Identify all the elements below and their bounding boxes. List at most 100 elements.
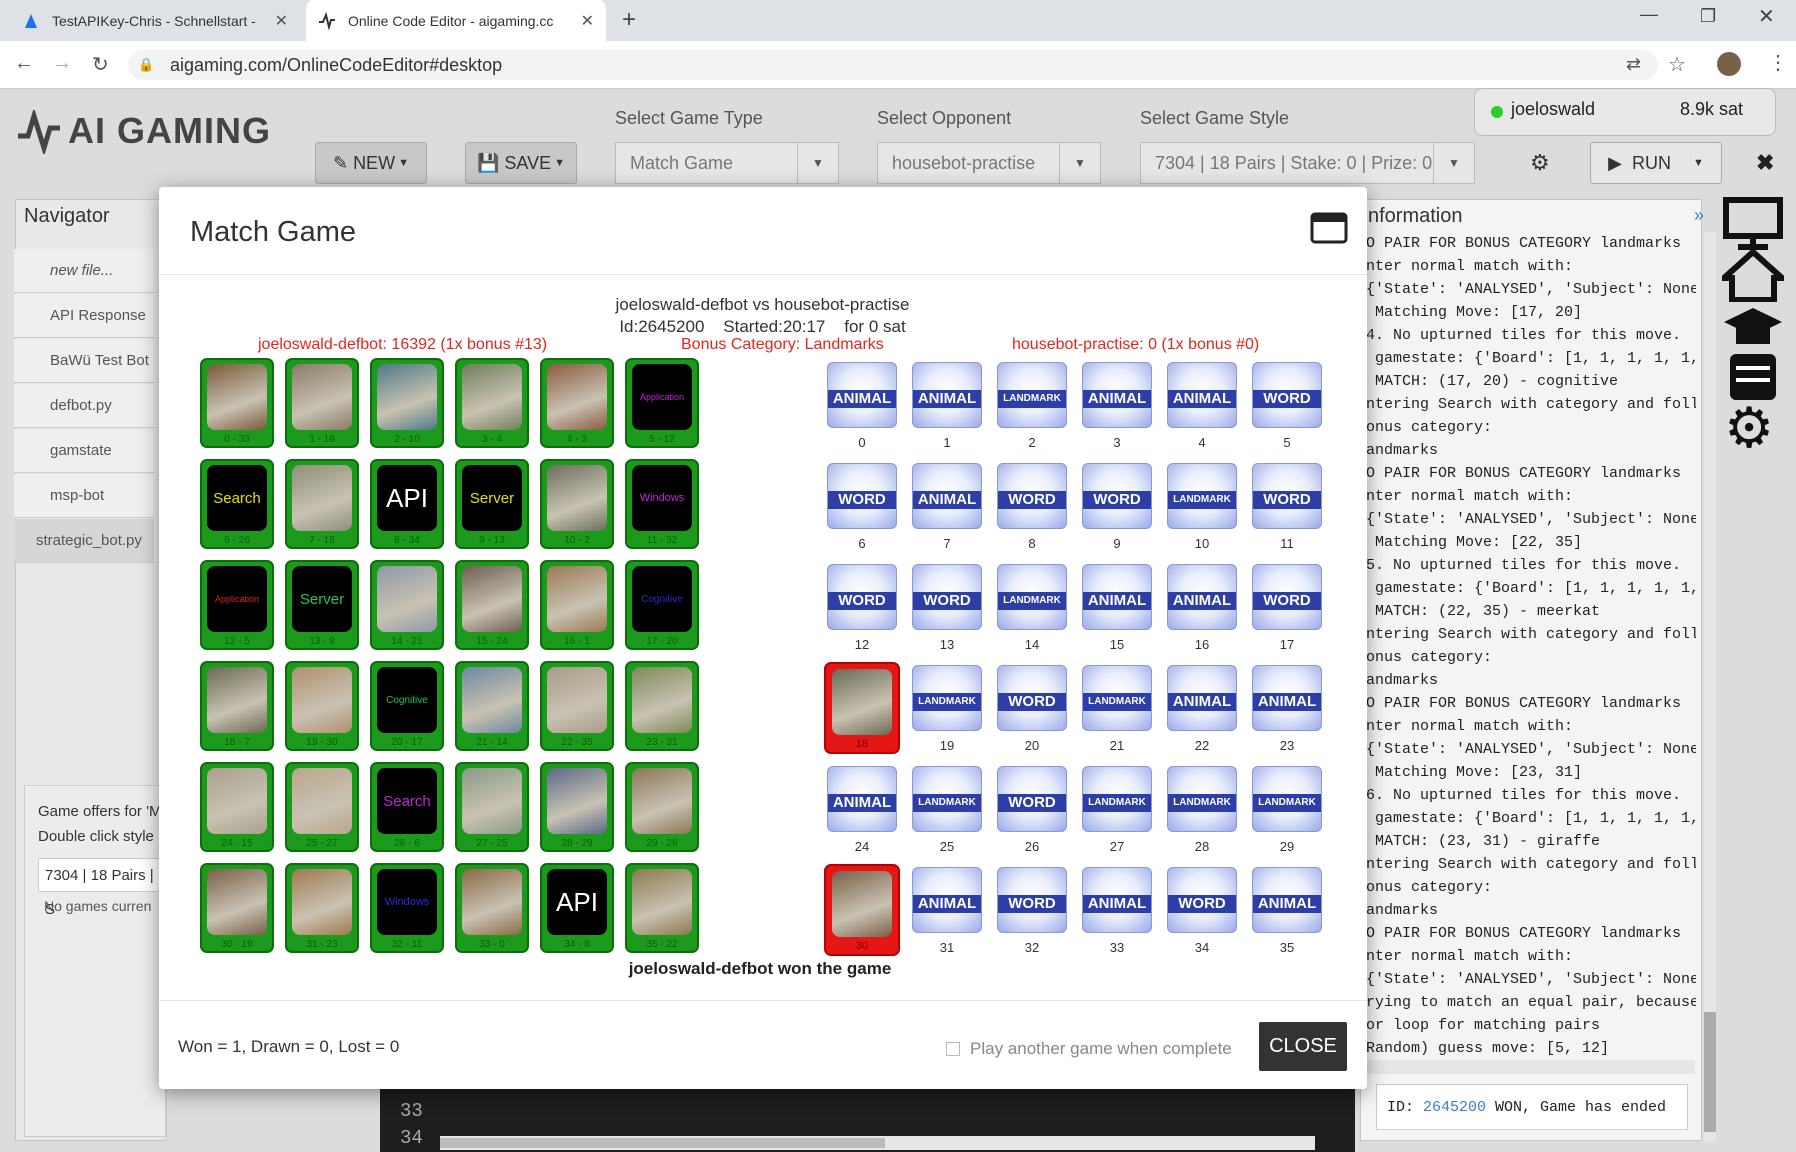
right-tile-animal[interactable]: ANIMAL	[1082, 564, 1152, 630]
game-style-select[interactable]: 7304 | 18 Pairs | Stake: 0 | Prize: 0 ▼	[1140, 142, 1475, 184]
right-tile-animal[interactable]: ANIMAL	[1252, 665, 1322, 731]
left-tile[interactable]: 33 - 0	[455, 863, 529, 953]
right-tile-word[interactable]: WORD	[1252, 463, 1322, 529]
new-tab-button[interactable]: +	[622, 6, 636, 34]
left-tile[interactable]: 3 - 4	[455, 358, 529, 448]
left-tile[interactable]: 29 - 28	[625, 762, 699, 852]
left-tile[interactable]: API 8 - 34	[370, 459, 444, 549]
right-tile-landmark[interactable]: LANDMARK	[1252, 766, 1322, 832]
game-offer-row[interactable]: 7304 | 18 Pairs | S	[38, 858, 168, 918]
left-tile[interactable]: 28 - 29	[540, 762, 614, 852]
left-tile[interactable]: 15 - 24	[455, 560, 529, 650]
left-tile[interactable]: 22 - 35	[540, 661, 614, 751]
restore-icon[interactable]: ❐	[1700, 6, 1716, 27]
left-tile[interactable]: Server 13 - 9	[285, 560, 359, 650]
right-tile-landmark[interactable]: LANDMARK	[912, 766, 982, 832]
left-tile[interactable]: 10 - 2	[540, 459, 614, 549]
opponent-select[interactable]: housebot-practise ▼	[877, 142, 1101, 184]
right-tile-landmark[interactable]: LANDMARK	[1082, 766, 1152, 832]
right-tile-word[interactable]: WORD	[1252, 564, 1322, 630]
graduation-cap-icon[interactable]	[1722, 304, 1784, 355]
right-tile-landmark[interactable]: LANDMARK	[1167, 463, 1237, 529]
left-tile[interactable]: 4 - 3	[540, 358, 614, 448]
back-icon[interactable]: ←	[14, 52, 34, 75]
left-tile[interactable]: Application 12 - 5	[200, 560, 274, 650]
bookmark-star-icon[interactable]: ☆	[1668, 52, 1686, 77]
left-tile[interactable]: Search 6 - 26	[200, 459, 274, 549]
nav-item-defbot[interactable]: defbot.py	[14, 384, 154, 428]
left-tile[interactable]: Windows 11 - 32	[625, 459, 699, 549]
left-tile[interactable]: Search 26 - 6	[370, 762, 444, 852]
right-tile-animal[interactable]: ANIMAL	[1082, 867, 1152, 933]
left-tile[interactable]: 30 - 19	[200, 863, 274, 953]
right-tile-word[interactable]: WORD	[1082, 463, 1152, 529]
profile-avatar[interactable]	[1717, 52, 1741, 76]
right-tile-word[interactable]: WORD	[827, 564, 897, 630]
right-tile-word[interactable]: WORD	[997, 463, 1067, 529]
left-tile[interactable]: 1 - 16	[285, 358, 359, 448]
browser-menu-icon[interactable]: ⋮	[1768, 50, 1788, 75]
left-tile[interactable]: Application 5 - 12	[625, 358, 699, 448]
right-tile-word[interactable]: WORD	[827, 463, 897, 529]
new-button[interactable]: ✎ NEW ▼	[315, 142, 427, 184]
right-tile-animal[interactable]: ANIMAL	[912, 463, 982, 529]
close-window-icon[interactable]: ✕	[1758, 4, 1775, 29]
right-tile-revealed[interactable]: 30	[824, 864, 900, 956]
browser-tab-schnellstart[interactable]: TestAPIKey-Chris - Schnellstart - ✕	[10, 0, 300, 41]
minimize-icon[interactable]: —	[1640, 4, 1658, 25]
left-tile[interactable]: 14 - 21	[370, 560, 444, 650]
right-tile-animal[interactable]: ANIMAL	[827, 362, 897, 428]
nav-item-msp-bot[interactable]: msp-bot	[14, 474, 154, 518]
left-tile[interactable]: Windows 32 - 11	[370, 863, 444, 953]
user-status-box[interactable]: joeloswald 8.9k sat	[1474, 88, 1776, 136]
nav-item-api-response[interactable]: API Response	[14, 294, 154, 338]
forward-icon[interactable]: →	[52, 52, 72, 75]
left-tile[interactable]: 35 - 22	[625, 863, 699, 953]
left-tile[interactable]: API 34 - 8	[540, 863, 614, 953]
right-tile-landmark[interactable]: LANDMARK	[1167, 766, 1237, 832]
save-button[interactable]: 💾 SAVE ▼	[465, 142, 577, 184]
close-tab-icon[interactable]: ✕	[275, 11, 288, 31]
left-tile[interactable]: Cognitive 20 - 17	[370, 661, 444, 751]
maximize-dialog-icon[interactable]	[1310, 212, 1348, 249]
left-tile[interactable]: 27 - 25	[455, 762, 529, 852]
right-tile-animal[interactable]: ANIMAL	[912, 362, 982, 428]
right-tile-animal[interactable]: ANIMAL	[912, 867, 982, 933]
right-tile-word[interactable]: WORD	[912, 564, 982, 630]
close-button[interactable]: CLOSE	[1259, 1022, 1347, 1071]
right-tile-word[interactable]: WORD	[997, 665, 1067, 731]
right-tile-word[interactable]: WORD	[1252, 362, 1322, 428]
editor-hscrollbar[interactable]	[440, 1136, 1315, 1150]
left-tile[interactable]: 0 - 33	[200, 358, 274, 448]
right-tile-landmark[interactable]: LANDMARK	[997, 362, 1067, 428]
left-tile[interactable]: Server 9 - 13	[455, 459, 529, 549]
right-tile-word[interactable]: WORD	[997, 867, 1067, 933]
left-tile[interactable]: 31 - 23	[285, 863, 359, 953]
left-tile[interactable]: Cognitive 17 - 20	[625, 560, 699, 650]
vertical-scrollbar[interactable]	[1704, 232, 1716, 1142]
game-type-select[interactable]: Match Game ▼	[615, 142, 839, 184]
right-tile-animal[interactable]: ANIMAL	[1167, 564, 1237, 630]
address-bar[interactable]: 🔒 aigaming.com/OnlineCodeEditor#desktop	[128, 50, 1658, 80]
translate-icon[interactable]: ⇄	[1626, 54, 1641, 75]
nav-item-strategic-bot[interactable]: strategic_bot.py	[14, 519, 154, 563]
settings-gear-icon[interactable]: ⚙	[1530, 150, 1550, 176]
reload-icon[interactable]: ↻	[92, 52, 109, 77]
right-tile-landmark[interactable]: LANDMARK	[1082, 665, 1152, 731]
left-tile[interactable]: 24 - 15	[200, 762, 274, 852]
nav-item-bawu-test-bot[interactable]: BaWü Test Bot	[14, 339, 154, 383]
left-tile[interactable]: 23 - 31	[625, 661, 699, 751]
nav-item-gamstate[interactable]: gamstate	[14, 429, 154, 473]
left-tile[interactable]: 19 - 30	[285, 661, 359, 751]
right-tile-word[interactable]: WORD	[997, 766, 1067, 832]
right-tile-animal[interactable]: ANIMAL	[1252, 867, 1322, 933]
nav-item-new-file[interactable]: new file...	[14, 249, 154, 293]
desktop-icon[interactable]	[1722, 196, 1784, 257]
right-tile-animal[interactable]: ANIMAL	[1167, 362, 1237, 428]
status-game-id[interactable]: 2645200	[1423, 1099, 1486, 1116]
left-tile[interactable]: 2 - 10	[370, 358, 444, 448]
close-tab-icon[interactable]: ✕	[581, 11, 594, 31]
right-tile-word[interactable]: WORD	[1167, 867, 1237, 933]
right-tile-animal[interactable]: ANIMAL	[1167, 665, 1237, 731]
left-tile[interactable]: 18 - 7	[200, 661, 274, 751]
